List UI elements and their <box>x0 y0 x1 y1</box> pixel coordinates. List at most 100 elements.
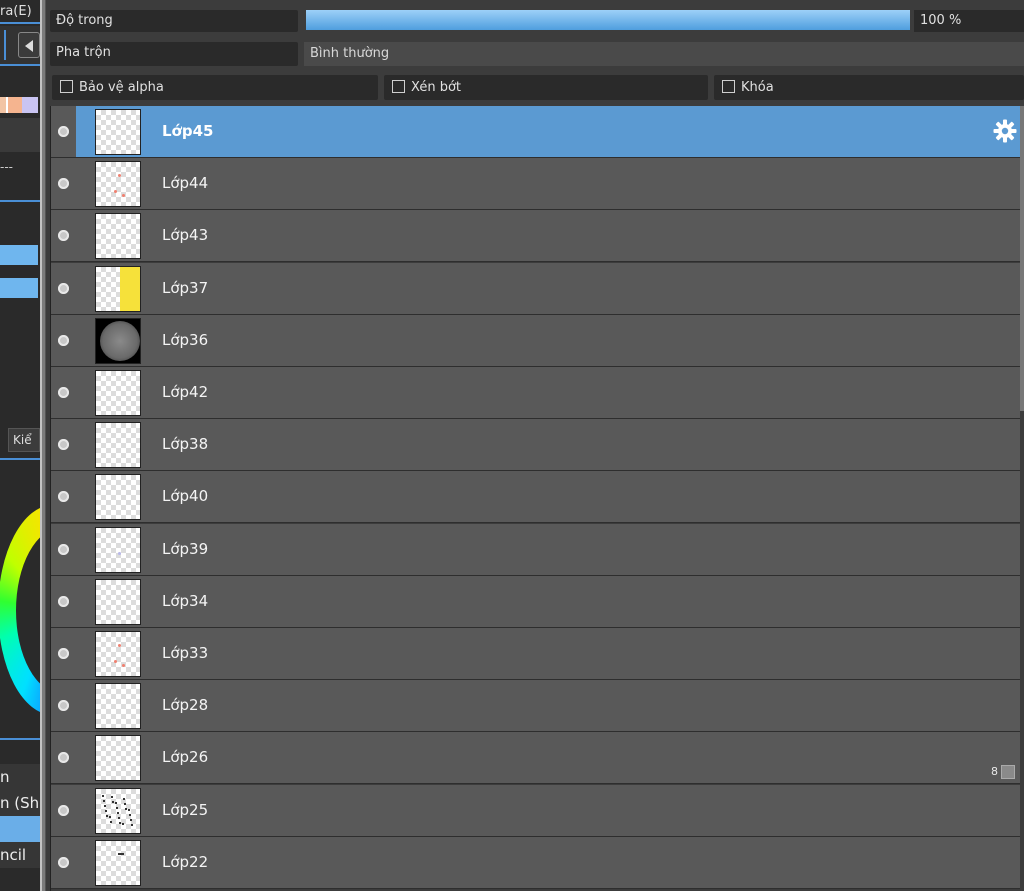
visibility-toggle[interactable] <box>51 315 76 366</box>
layer-thumbnail <box>95 474 141 520</box>
layer-row[interactable]: Lớp38 <box>51 419 1020 471</box>
panel-divider <box>0 22 40 24</box>
layer-name: Lớp44 <box>162 174 209 192</box>
slider-bar[interactable] <box>0 278 38 298</box>
visibility-toggle[interactable] <box>51 785 76 836</box>
edit-menu-fragment[interactable]: ra(E) <box>0 4 32 19</box>
brush-item[interactable]: ncil <box>0 842 40 869</box>
eye-dot-icon[interactable] <box>58 805 69 816</box>
checkbox-icon[interactable] <box>392 80 405 93</box>
visibility-toggle[interactable] <box>51 576 76 627</box>
brush-item[interactable] <box>0 816 40 843</box>
opacity-label: Độ trong <box>50 10 298 32</box>
corner-indicator: 8 <box>991 765 998 778</box>
eye-dot-icon[interactable] <box>58 700 69 711</box>
layer-row[interactable]: Lớp25 <box>51 785 1020 837</box>
layer-row[interactable]: Lớp45 <box>51 106 1020 158</box>
layer-row[interactable]: Lớp28 <box>51 680 1020 732</box>
layer-row[interactable]: Lớp33 <box>51 628 1020 680</box>
visibility-toggle[interactable] <box>51 471 76 522</box>
eye-dot-icon[interactable] <box>58 752 69 763</box>
eye-dot-icon[interactable] <box>58 335 69 346</box>
left-tool-panel: ra(E) --- Kiể nn (Sh ncil <box>0 0 40 891</box>
layer-row[interactable]: Lớp43 <box>51 210 1020 262</box>
clipping-checkbox[interactable]: Xén bớt <box>384 75 708 100</box>
color-swatch[interactable] <box>8 97 22 113</box>
visibility-toggle[interactable] <box>51 263 76 314</box>
visibility-toggle[interactable] <box>51 106 76 157</box>
eye-dot-icon[interactable] <box>58 857 69 868</box>
eye-dot-icon[interactable] <box>58 596 69 607</box>
visibility-toggle[interactable] <box>51 680 76 731</box>
eye-dot-icon[interactable] <box>58 178 69 189</box>
opacity-slider[interactable] <box>306 10 910 30</box>
layer-thumbnail <box>95 266 141 312</box>
visibility-toggle[interactable] <box>51 158 76 209</box>
resize-handle[interactable] <box>1001 765 1015 779</box>
layer-thumbnail <box>95 370 141 416</box>
layer-row[interactable]: Lớp40 <box>51 471 1020 523</box>
prev-arrow-button[interactable] <box>18 32 40 58</box>
eye-dot-icon[interactable] <box>58 439 69 450</box>
layer-name: Lớp28 <box>162 696 209 714</box>
visibility-toggle[interactable] <box>51 367 76 418</box>
layer-name: Lớp25 <box>162 801 209 819</box>
blend-mode-select[interactable]: Bình thường <box>304 42 1024 66</box>
slider-bar[interactable] <box>0 245 38 265</box>
layer-name: Lớp36 <box>162 331 209 349</box>
layer-thumbnail <box>95 683 141 729</box>
visibility-toggle[interactable] <box>51 628 76 679</box>
alpha-protect-checkbox[interactable]: Bảo vệ alpha <box>52 75 378 100</box>
layer-list: Lớp45 Lớp44 Lớp43 Lớp37 Lớp36 Lớp42 Lớp38 Lớp40… <box>50 106 1020 891</box>
layer-thumbnail <box>95 161 141 207</box>
eye-dot-icon[interactable] <box>58 230 69 241</box>
eye-dot-icon[interactable] <box>58 387 69 398</box>
dash-text: --- <box>0 160 13 174</box>
layer-thumbnail <box>95 527 141 573</box>
layer-settings-gear-icon[interactable] <box>993 119 1017 143</box>
layer-thumbnail <box>95 788 141 834</box>
visibility-toggle[interactable] <box>51 210 76 261</box>
checkbox-icon[interactable] <box>60 80 73 93</box>
checkbox-label: Khóa <box>741 80 774 95</box>
layer-list-scrollbar[interactable] <box>1020 106 1024 411</box>
tab-fragment[interactable]: Kiể <box>8 428 40 452</box>
layer-row[interactable]: Lớp44 <box>51 158 1020 210</box>
checkbox-icon[interactable] <box>722 80 735 93</box>
lock-checkbox[interactable]: Khóa <box>714 75 1024 100</box>
layer-name: Lớp26 <box>162 748 209 766</box>
visibility-toggle[interactable] <box>51 524 76 575</box>
layer-row[interactable]: Lớp37 <box>51 263 1020 315</box>
layer-name: Lớp33 <box>162 644 209 662</box>
layer-row[interactable]: Lớp26 <box>51 732 1020 784</box>
visibility-toggle[interactable] <box>51 732 76 783</box>
layer-name: Lớp43 <box>162 226 209 244</box>
layer-thumbnail <box>95 318 141 364</box>
brush-item[interactable]: n <box>0 764 40 791</box>
visibility-toggle[interactable] <box>51 419 76 470</box>
visibility-toggle[interactable] <box>51 837 76 888</box>
layer-name: Lớp42 <box>162 383 209 401</box>
layer-thumbnail <box>95 579 141 625</box>
eye-dot-icon[interactable] <box>58 648 69 659</box>
layer-row[interactable]: Lớp42 <box>51 367 1020 419</box>
layer-name: Lớp39 <box>162 540 209 558</box>
blend-label: Pha trộn <box>50 42 298 66</box>
layer-panel: Độ trong 100 % Pha trộn Bình thường Bảo … <box>46 0 1024 891</box>
layer-row[interactable]: Lớp36 <box>51 315 1020 367</box>
layer-row[interactable]: Lớp34 <box>51 576 1020 628</box>
color-swatch[interactable] <box>22 97 38 113</box>
eye-dot-icon[interactable] <box>58 126 69 137</box>
layer-name: Lớp22 <box>162 853 209 871</box>
layer-row[interactable]: Lớp39 <box>51 524 1020 576</box>
eye-dot-icon[interactable] <box>58 491 69 502</box>
eye-dot-icon[interactable] <box>58 544 69 555</box>
checkbox-label: Xén bớt <box>411 80 461 95</box>
layer-name: Lớp40 <box>162 487 209 505</box>
tool-option-box <box>0 118 40 152</box>
layer-name: Lớp38 <box>162 435 209 453</box>
brush-item[interactable]: n (Sh <box>0 790 40 817</box>
layer-row[interactable]: Lớp22 <box>51 837 1020 889</box>
opacity-value[interactable]: 100 % <box>914 10 1024 32</box>
eye-dot-icon[interactable] <box>58 283 69 294</box>
